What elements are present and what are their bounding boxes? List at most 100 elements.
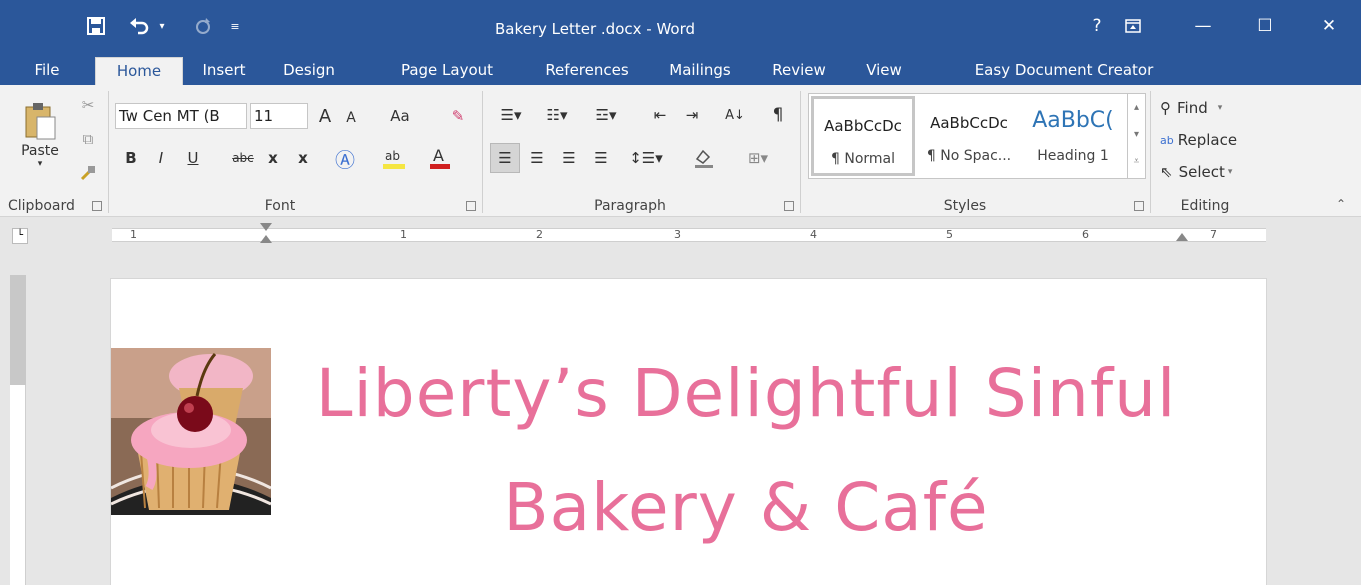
hanging-indent-marker[interactable] [260,235,272,243]
ruler-mark: 6 [1082,228,1089,241]
help-button[interactable]: ? [1082,12,1112,40]
select-button[interactable]: ⇖ Select ▾ [1160,159,1248,185]
show-marks-button[interactable]: ¶ [766,101,790,129]
first-line-indent-marker[interactable] [260,223,272,231]
numbering-icon[interactable]: ☷▾ [540,101,574,129]
grow-font-button[interactable]: A [314,103,336,129]
borders-icon[interactable]: ⊞▾ [736,145,780,171]
align-right-icon[interactable]: ☰ [556,145,582,171]
replace-icon: ab [1160,133,1174,147]
style-name: ¶ No Spac... [926,148,1012,164]
sort-button[interactable]: A↓ [722,101,748,129]
text-effects-icon[interactable]: Ⓐ [332,145,358,172]
tab-design[interactable]: Design [274,57,344,85]
italic-button[interactable]: I [150,145,172,171]
svg-text:ab: ab [385,149,400,163]
style-heading-1[interactable]: AaBbC( Heading 1 [1021,96,1125,176]
cupcake-image[interactable] [111,348,271,515]
format-painter-icon[interactable] [76,161,100,185]
maximize-button[interactable]: ☐ [1250,12,1280,40]
title-bar: ▾ ≡ Bakery Letter .docx - Word ? — ☐ ✕ [0,0,1361,55]
styles-group-label: Styles [943,198,987,214]
minimize-button[interactable]: — [1188,12,1218,40]
tab-references[interactable]: References [538,57,636,85]
font-color-icon[interactable]: A [426,143,454,173]
document-heading-line-2[interactable]: Bakery & Café [281,469,1211,546]
ruler-mark: 1 [130,228,137,241]
shrink-font-button[interactable]: A [340,105,362,131]
line-spacing-icon[interactable]: ↕☰▾ [628,145,664,171]
tab-view[interactable]: View [856,57,912,85]
tab-page-layout[interactable]: Page Layout [392,57,502,85]
font-group-label: Font [264,198,296,214]
copy-icon[interactable]: ⧉ [76,127,100,151]
select-label: Select [1178,163,1225,181]
separator [108,91,109,213]
bullets-icon[interactable]: ☰▾ [494,101,528,129]
style-normal[interactable]: AaBbCcDc ¶ Normal [811,96,915,176]
subscript-button[interactable]: x [262,145,284,171]
paste-button[interactable]: Paste ▾ [18,95,62,175]
style-sample: AaBbCcDc [824,117,902,135]
style-no-spacing[interactable]: AaBbCcDc ¶ No Spac... [917,96,1021,176]
replace-button[interactable]: ab Replace [1160,127,1256,153]
search-icon: ⚲ [1160,99,1171,117]
decrease-indent-icon[interactable]: ⇤ [648,101,672,129]
close-button[interactable]: ✕ [1314,12,1344,40]
select-dropdown-icon: ▾ [1227,167,1233,177]
ribbon: Paste ▾ ✂ ⧉ Clipboard Tw Cen MT (B 11 A … [0,85,1361,217]
cursor-icon: ⇖ [1160,163,1173,181]
strikethrough-button[interactable]: abc [228,145,258,171]
tab-easy-document-creator[interactable]: Easy Document Creator [944,57,1184,85]
align-left-icon[interactable]: ☰ [490,143,520,173]
tab-insert[interactable]: Insert [194,57,254,85]
clear-formatting-icon[interactable]: ✎ [446,103,470,129]
change-case-button[interactable]: Aa [384,103,416,129]
ribbon-display-icon[interactable] [1118,12,1148,40]
separator [1150,91,1151,213]
paste-label: Paste [21,143,59,159]
vertical-ruler[interactable] [10,275,26,585]
ruler-mark: 1 [400,228,407,241]
tab-home[interactable]: Home [95,57,183,87]
styles-gallery: AaBbCcDc ¶ Normal AaBbCcDc ¶ No Spac... … [808,93,1146,179]
justify-icon[interactable]: ☰ [588,145,614,171]
tab-mailings[interactable]: Mailings [662,57,738,85]
style-sample: AaBbCcDc [930,114,1008,132]
cut-icon[interactable]: ✂ [76,93,100,117]
ribbon-tabs: File Home Insert Design Page Layout Refe… [0,55,1361,87]
right-indent-marker[interactable] [1176,233,1188,241]
increase-indent-icon[interactable]: ⇥ [680,101,704,129]
underline-button[interactable]: U [182,145,204,171]
ruler-mark: 4 [810,228,817,241]
editing-group-label: Editing [1180,198,1230,214]
document-page[interactable]: Liberty’s Delightful Sinful Bakery & Caf… [110,278,1267,585]
tab-selector-icon[interactable]: └ [12,228,28,244]
font-size-combo[interactable]: 11 [250,103,308,129]
font-launcher-icon[interactable] [466,201,476,211]
highlight-color-icon[interactable]: ab [380,143,408,173]
clipboard-launcher-icon[interactable] [92,201,102,211]
align-center-icon[interactable]: ☰ [524,145,550,171]
horizontal-ruler[interactable]: 1 1 2 3 4 5 6 7 [112,223,1266,243]
bold-button[interactable]: B [120,145,142,171]
styles-scroll[interactable]: ▴ ▾ ⩡ [1127,94,1145,178]
multilevel-list-icon[interactable]: ☲▾ [588,101,624,129]
collapse-ribbon-icon[interactable]: ⌃ [1332,195,1350,213]
font-name-combo[interactable]: Tw Cen MT (B [115,103,247,129]
style-name: Heading 1 [1037,148,1109,164]
styles-launcher-icon[interactable] [1134,201,1144,211]
document-heading-line-1[interactable]: Liberty’s Delightful Sinful [281,355,1211,432]
svg-text:A: A [433,146,444,165]
ruler-row: └ 1 1 2 3 4 5 6 7 [0,218,1361,250]
shading-icon[interactable] [686,145,722,171]
paragraph-launcher-icon[interactable] [784,201,794,211]
superscript-button[interactable]: x [292,145,314,171]
find-dropdown-icon: ▾ [1217,103,1223,113]
tab-review[interactable]: Review [764,57,834,85]
replace-label: Replace [1177,131,1238,149]
find-button[interactable]: ⚲ Find ▾ [1160,95,1248,121]
tab-file[interactable]: File [22,57,72,85]
clipboard-group-label: Clipboard [8,198,75,214]
separator [482,91,483,213]
